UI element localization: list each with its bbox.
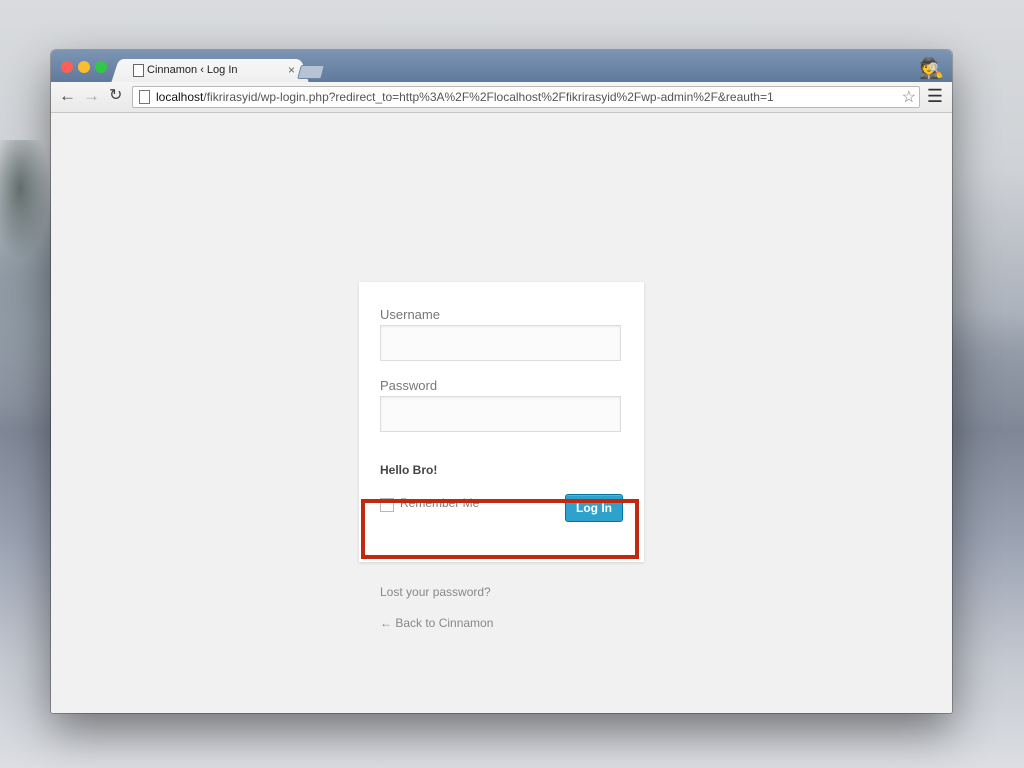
username-input[interactable] bbox=[380, 325, 621, 361]
zoom-window-button[interactable] bbox=[95, 61, 107, 73]
page-icon bbox=[139, 90, 150, 104]
title-bar: Cinnamon ‹ Log In × 🕵 bbox=[51, 50, 952, 83]
minimize-window-button[interactable] bbox=[78, 61, 90, 73]
background-tree bbox=[0, 140, 50, 260]
menu-icon[interactable]: ☰ bbox=[927, 86, 943, 107]
reload-icon[interactable]: ↻ bbox=[109, 87, 122, 105]
bookmark-star-icon[interactable]: ☆ bbox=[902, 87, 916, 107]
tab-title: Cinnamon ‹ Log In bbox=[147, 64, 238, 76]
back-to-site-link[interactable]: ← Back to Cinnamon bbox=[380, 616, 493, 630]
password-label: Password bbox=[380, 378, 438, 393]
highlight-box bbox=[361, 499, 639, 559]
address-bar[interactable]: localhost/fikrirasyid/wp-login.php?redir… bbox=[132, 86, 920, 108]
password-input[interactable] bbox=[380, 396, 621, 432]
forward-icon[interactable]: → bbox=[83, 87, 100, 105]
tab-close-icon[interactable]: × bbox=[288, 63, 295, 77]
url-text[interactable]: localhost/fikrirasyid/wp-login.php?redir… bbox=[156, 90, 774, 104]
new-tab-button[interactable] bbox=[297, 65, 325, 79]
url-path: /fikrirasyid/wp-login.php?redirect_to=ht… bbox=[203, 90, 774, 104]
page-icon bbox=[133, 64, 144, 77]
url-host: localhost bbox=[156, 90, 204, 104]
browser-toolbar: ← → ↻ localhost/fikrirasyid/wp-login.php… bbox=[51, 82, 952, 113]
close-window-button[interactable] bbox=[61, 61, 73, 73]
page-content: Username Password Hello Bro! Remember Me… bbox=[51, 113, 952, 713]
back-icon[interactable]: ← bbox=[59, 87, 76, 105]
browser-window: Cinnamon ‹ Log In × 🕵 ← → ↻ localhost/fi… bbox=[51, 50, 952, 713]
username-label: Username bbox=[380, 307, 440, 322]
tab-login[interactable]: Cinnamon ‹ Log In × bbox=[121, 59, 299, 83]
lost-password-link[interactable]: Lost your password? bbox=[380, 585, 491, 599]
login-message: Hello Bro! bbox=[380, 463, 438, 477]
incognito-icon: 🕵 bbox=[919, 58, 944, 80]
